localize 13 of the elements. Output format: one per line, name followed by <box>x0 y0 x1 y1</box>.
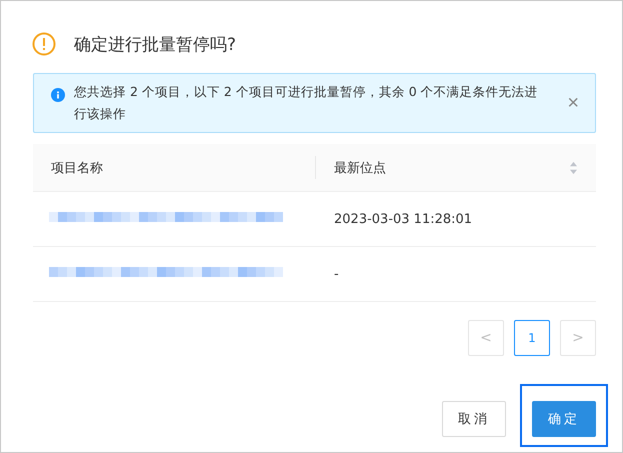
dialog-title: 确定进行批量暂停吗? <box>74 34 236 56</box>
alert-message: 您共选择 2 个项目，以下 2 个项目可进行批量暂停，其余 0 个不满足条件无法进行该操作 <box>74 83 539 123</box>
confirm-button[interactable]: 确定 <box>532 401 596 437</box>
table-cell: 2023-03-03 11:28:01 <box>334 212 472 226</box>
column-header: 项目名称 <box>51 160 103 176</box>
sort-icon[interactable] <box>569 160 578 174</box>
info-icon <box>51 88 65 102</box>
warning-icon <box>32 32 56 56</box>
column-header: 最新位点 <box>334 160 386 176</box>
close-button[interactable]: × <box>567 93 579 113</box>
cancel-button[interactable]: 取消 <box>442 400 506 436</box>
table-cell: - <box>334 266 339 282</box>
page-button[interactable]: 1 <box>514 320 550 356</box>
